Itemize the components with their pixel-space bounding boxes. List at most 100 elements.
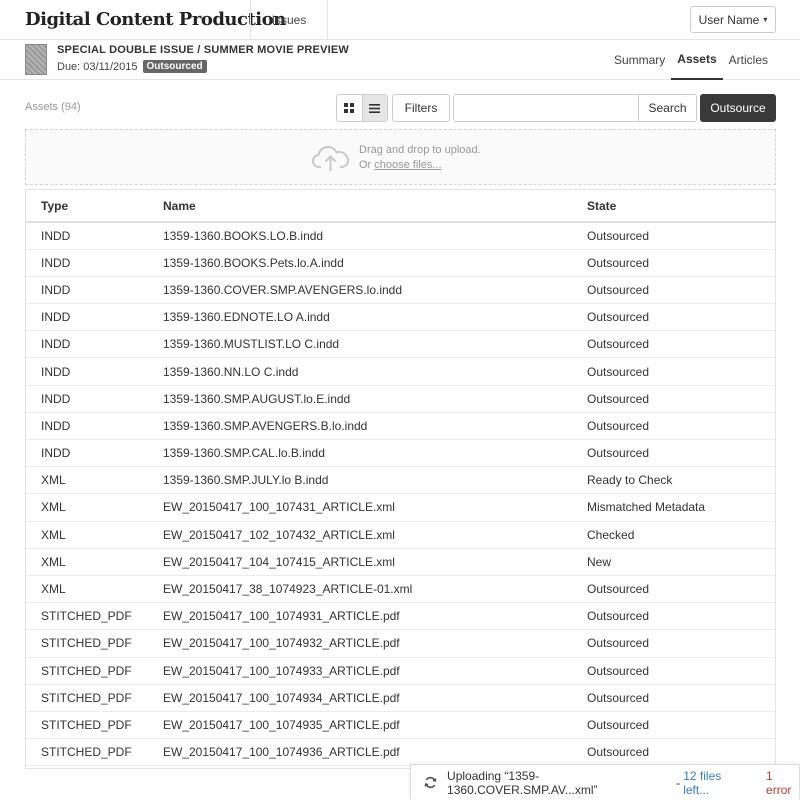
list-view-icon	[369, 103, 381, 113]
cell-state: Outsourced	[587, 684, 775, 712]
table-row[interactable]: XML EW_20150417_104_107415_ARTICLE.xml New	[26, 548, 775, 576]
upload-status-text: Uploading “1359-1360.COVER.SMP.AV...xml”	[447, 768, 598, 797]
cell-state: Outsourced	[587, 575, 775, 604]
upload-status-bar: Uploading “1359-1360.COVER.SMP.AV...xml”…	[410, 764, 800, 800]
table-row[interactable]: STITCHED_PDF EW_20150417_100_1074932_ARTI…	[26, 629, 775, 658]
table-row[interactable]: STITCHED_PDF EW_20150417_100_1074936_ARTI…	[26, 738, 775, 767]
cell-state: Outsourced	[587, 657, 775, 685]
cell-state: Mismatched Metadata	[587, 493, 775, 522]
table-row[interactable]: INDD 1359-1360.BOOKS.Pets.lo.A.indd Outsou…	[26, 249, 775, 277]
table-row[interactable]: INDD 1359-1360.SMP.CAL.lo.B.indd Outsource…	[26, 439, 775, 468]
outsource-button[interactable]: Outsource	[700, 94, 776, 122]
dropzone-line1: Drag and drop to upload.	[359, 144, 481, 156]
top-navbar: Digital Content Production Issues User N…	[0, 0, 800, 40]
cell-name: 1359-1360.COVER.SMP.AVENGERS.lo.indd	[163, 276, 587, 305]
cell-name: 1359-1360.EDNOTE.LO A.indd	[163, 303, 587, 332]
filters-button[interactable]: Filters	[392, 94, 450, 122]
cell-name: EW_20150417_100_1074934_ARTICLE.pdf	[163, 684, 587, 712]
table-row[interactable]: XML 1359-1360.SMP.JULY.lo B.indd Ready to …	[26, 466, 775, 495]
issue-header: SPECIAL DOUBLE ISSUE / SUMMER MOVIE PREV…	[0, 40, 800, 80]
upload-separator: -	[676, 775, 681, 790]
cell-name: EW_20150417_100_1074933_ARTICLE.pdf	[163, 657, 587, 685]
tab-articles[interactable]: Articles	[723, 40, 774, 80]
table-row[interactable]: STITCHED_PDF EW_20150417_100_1074935_ARTI…	[26, 711, 775, 740]
table-row[interactable]: INDD 1359-1360.COVER.SMP.AVENGERS.lo.indd…	[26, 276, 775, 305]
cell-type: STITCHED_PDF	[26, 629, 163, 658]
column-header-state[interactable]: State	[587, 190, 775, 223]
choose-files-link[interactable]: choose files...	[374, 159, 441, 171]
cell-name: EW_20150417_102_107432_ARTICLE.xml	[163, 521, 587, 549]
assets-count: Assets (94)	[25, 101, 81, 113]
dropzone-or: Or	[359, 159, 375, 171]
cell-type: STITCHED_PDF	[26, 711, 163, 740]
issue-cover-thumbnail	[25, 44, 47, 75]
cell-state: New	[587, 548, 775, 576]
cloud-upload-icon	[312, 145, 350, 171]
cell-type: INDD	[26, 303, 163, 332]
table-row[interactable]: XML EW_20150417_102_107432_ARTICLE.xml Che…	[26, 521, 775, 549]
table-row[interactable]: STITCHED_PDF EW_20150417_100_1074934_ARTI…	[26, 684, 775, 712]
cell-type: STITCHED_PDF	[26, 684, 163, 712]
list-view-button[interactable]	[361, 95, 387, 121]
cell-name: EW_20150417_100_1074936_ARTICLE.pdf	[163, 738, 587, 767]
dropzone-text: Drag and drop to upload. Or choose files…	[359, 143, 481, 173]
cell-type: STITCHED_PDF	[26, 657, 163, 685]
cell-name: EW_20150417_100_107431_ARTICLE.xml	[163, 493, 587, 522]
nav-issues-link[interactable]: Issues	[250, 0, 328, 40]
cell-state: Outsourced	[587, 738, 775, 767]
cell-state: Outsourced	[587, 711, 775, 740]
cell-state: Outsourced	[587, 439, 775, 468]
cell-state: Outsourced	[587, 602, 775, 631]
search-button[interactable]: Search	[638, 95, 696, 121]
cell-type: STITCHED_PDF	[26, 738, 163, 767]
cell-name: 1359-1360.MUSTLIST.LO C.indd	[163, 330, 587, 359]
cell-name: EW_20150417_104_107415_ARTICLE.xml	[163, 548, 587, 576]
assets-table: Type Name State INDD 1359-1360.BOOKS.LO.B…	[26, 190, 775, 767]
column-header-type[interactable]: Type	[26, 190, 163, 223]
dropzone-line2: Or choose files...	[359, 158, 481, 173]
cell-name: EW_20150417_100_1074931_ARTICLE.pdf	[163, 602, 587, 631]
tab-assets[interactable]: Assets	[671, 40, 723, 80]
table-row[interactable]: INDD 1359-1360.EDNOTE.LO A.indd Outsourced	[26, 303, 775, 332]
tab-summary[interactable]: Summary	[608, 40, 671, 80]
cell-state: Outsourced	[587, 303, 775, 332]
table-row[interactable]: INDD 1359-1360.MUSTLIST.LO C.indd Outsourc…	[26, 330, 775, 359]
table-row[interactable]: STITCHED_PDF EW_20150417_100_1074933_ARTI…	[26, 657, 775, 685]
user-menu-button[interactable]: User Name ▾	[690, 6, 776, 33]
table-row[interactable]: XML EW_20150417_100_107431_ARTICLE.xml Mis…	[26, 493, 775, 522]
search-input[interactable]	[454, 95, 638, 121]
grid-view-button[interactable]	[337, 95, 362, 121]
cell-state: Checked	[587, 521, 775, 549]
cell-name: EW_20150417_100_1074935_ARTICLE.pdf	[163, 711, 587, 740]
cell-type: XML	[26, 575, 163, 604]
user-name: User Name	[698, 12, 760, 27]
status-badge: Outsourced	[142, 60, 207, 73]
cell-name: 1359-1360.BOOKS.LO.B.indd	[163, 222, 587, 250]
issue-due-line: Due: 03/11/2015 Outsourced	[57, 60, 207, 73]
column-header-name[interactable]: Name	[163, 190, 587, 223]
cell-type: INDD	[26, 357, 163, 386]
view-toggle	[336, 94, 388, 122]
cell-type: INDD	[26, 439, 163, 468]
cell-type: INDD	[26, 385, 163, 413]
table-row[interactable]: INDD 1359-1360.NN.LO C.indd Outsourced	[26, 357, 775, 386]
issue-due-date: Due: 03/11/2015	[57, 60, 138, 73]
cell-type: XML	[26, 548, 163, 576]
refresh-spinner-icon	[424, 776, 437, 790]
table-row[interactable]: INDD 1359-1360.SMP.AVENGERS.B.lo.indd Outs…	[26, 412, 775, 441]
upload-error-link[interactable]: 1 error	[766, 769, 799, 797]
cell-state: Outsourced	[587, 222, 775, 250]
upload-files-left-link[interactable]: 12 files left...	[683, 769, 746, 797]
issue-tabs: Summary Assets Articles	[608, 40, 774, 80]
app-brand[interactable]: Digital Content Production	[25, 9, 286, 30]
table-row[interactable]: XML EW_20150417_38_1074923_ARTICLE-01.xml…	[26, 575, 775, 604]
table-row[interactable]: STITCHED_PDF EW_20150417_100_1074931_ARTI…	[26, 602, 775, 631]
cell-name: EW_20150417_38_1074923_ARTICLE-01.xml	[163, 575, 587, 604]
assets-table-container: Type Name State INDD 1359-1360.BOOKS.LO.B…	[25, 189, 776, 769]
table-row[interactable]: INDD 1359-1360.BOOKS.LO.B.indd Outsourced	[26, 222, 775, 250]
cell-type: INDD	[26, 412, 163, 441]
table-row[interactable]: INDD 1359-1360.SMP.AUGUST.lo.E.indd Outsou…	[26, 385, 775, 413]
upload-dropzone[interactable]: Drag and drop to upload. Or choose files…	[25, 129, 776, 185]
cell-type: XML	[26, 466, 163, 495]
table-header-row: Type Name State	[26, 190, 775, 223]
